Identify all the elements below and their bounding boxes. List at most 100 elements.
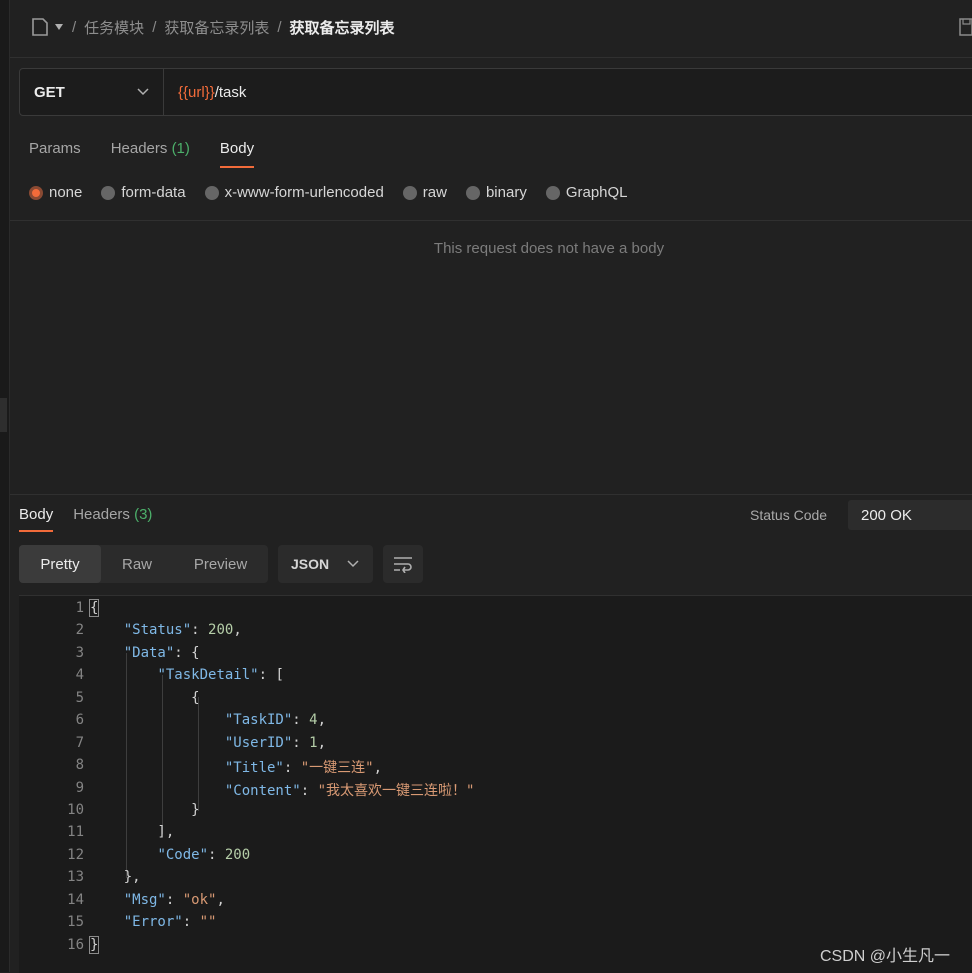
line-number: 4 [75,667,84,683]
code-line: "TaskDetail": [ [157,667,284,683]
gutter-handle[interactable] [0,398,7,432]
breadcrumb-item-folder[interactable]: 任务模块 [84,17,144,38]
empty-body-message: This request does not have a body [433,240,665,257]
tab-body[interactable]: Body [219,140,255,168]
breadcrumb-separator: / [72,18,77,36]
code-line: { [90,690,200,706]
code-line: "Msg": "ok", [123,892,225,908]
radio-dot [204,185,219,200]
code-line: }, [90,869,141,885]
radio-label: binary [485,184,527,201]
chevron-down-icon [137,88,149,96]
code-line: "Status": 200, [123,622,242,638]
headers-count: (1) [171,140,190,157]
method-select[interactable]: GET [20,69,164,115]
code-line: } [88,936,100,954]
url-input[interactable]: {{url}}/task [164,69,246,115]
wrap-lines-button[interactable] [383,545,423,583]
tab-headers[interactable]: Headers (1) [111,140,190,168]
line-number: 8 [75,757,84,773]
response-tabs: Body Headers (3) [19,506,152,532]
radio-binary[interactable]: binary [465,184,527,201]
line-number: 15 [67,914,84,930]
view-mode-toggle: Pretty Raw Preview [19,545,268,583]
tab-headers-label: Headers [110,140,168,157]
body-divider [10,220,972,221]
radio-none[interactable]: none [29,184,82,201]
code-line: "Content": "我太喜欢一键三连啦！" [224,783,475,799]
line-number: 6 [75,712,84,728]
radio-dot [402,185,417,200]
response-tab-body-label: Body [19,506,54,523]
line-number: 1 [75,600,84,616]
code-line: "TaskID": 4, [224,712,327,728]
view-raw[interactable]: Raw [101,545,173,583]
response-tab-body[interactable]: Body [19,506,54,532]
line-number: 12 [67,847,84,863]
chevron-down-icon [347,560,359,568]
line-number: 2 [75,622,84,638]
radio-dot [545,185,560,200]
radio-label: form-data [121,184,186,201]
breadcrumb-item-request[interactable]: 获取备忘录列表 [164,17,269,38]
line-number: 13 [67,869,84,885]
breadcrumb-separator: / [152,18,157,36]
view-pretty[interactable]: Pretty [19,545,101,583]
header-divider [10,57,972,58]
line-number: 5 [75,690,84,706]
save-icon[interactable] [958,17,972,37]
request-tabs: Params Headers (1) Body [29,140,255,168]
radio-dot [101,185,116,200]
response-headers-count: (3) [134,506,153,523]
response-body-editor[interactable]: 1 2 3 4 5 6 7 8 9 10 11 12 13 14 15 16 { "Status": 200,… [19,595,972,973]
format-label: JSON [291,556,330,572]
radio-label: none [49,184,83,201]
request-type-icon[interactable] [30,17,64,37]
url-path: /task [214,83,247,101]
code-line: "Data": { [123,645,200,661]
left-gutter [0,0,10,972]
code-line: "UserID": 1, [224,735,327,751]
line-number: 10 [67,802,84,818]
tab-body-label: Body [219,140,255,157]
radio-dot-selected [29,185,43,200]
view-preview[interactable]: Preview [173,545,268,583]
body-type-radios: none form-data x-www-form-urlencoded raw… [29,184,628,201]
line-number: 3 [75,645,84,661]
line-number: 14 [67,892,84,908]
watermark: CSDN @小生凡一 [820,948,951,965]
format-select[interactable]: JSON [278,545,373,583]
method-label: GET [34,83,65,101]
radio-label: x-www-form-urlencoded [224,184,384,201]
code-line: "Title": "一键三连", [224,760,383,776]
line-number: 16 [67,937,84,953]
caret-down-icon[interactable] [54,23,64,31]
radio-label: raw [422,184,447,201]
code-line: ], [90,824,175,840]
tab-params[interactable]: Params [29,140,81,168]
breadcrumb: / 任务模块 / 获取备忘录列表 / 获取备忘录列表 [30,14,395,40]
status-code-label: Status Code [750,507,828,523]
radio-urlencoded[interactable]: x-www-form-urlencoded [204,184,384,201]
url-bar: GET {{url}}/task [19,68,972,116]
wrap-lines-icon [394,557,412,573]
response-tab-headers[interactable]: Headers (3) [73,506,152,532]
radio-graphql[interactable]: GraphQL [545,184,628,201]
response-tab-headers-label: Headers [73,506,130,523]
line-number: 11 [67,824,84,840]
response-divider[interactable] [10,494,972,495]
radio-label: GraphQL [565,184,628,201]
radio-form-data[interactable]: form-data [101,184,186,201]
code-line: } [90,802,200,818]
url-variable: {{url}} [178,83,215,101]
breadcrumb-separator: / [277,18,282,36]
line-number: 9 [75,780,84,796]
breadcrumb-current[interactable]: 获取备忘录列表 [290,17,395,38]
tab-params-label: Params [29,140,81,157]
code-line: "Code": 200 [157,847,251,863]
radio-raw[interactable]: raw [402,184,447,201]
code-line: { [88,599,100,617]
code-line: "Error": "" [123,914,217,930]
status-code-value[interactable]: 200 OK [848,500,972,530]
radio-dot [465,185,480,200]
